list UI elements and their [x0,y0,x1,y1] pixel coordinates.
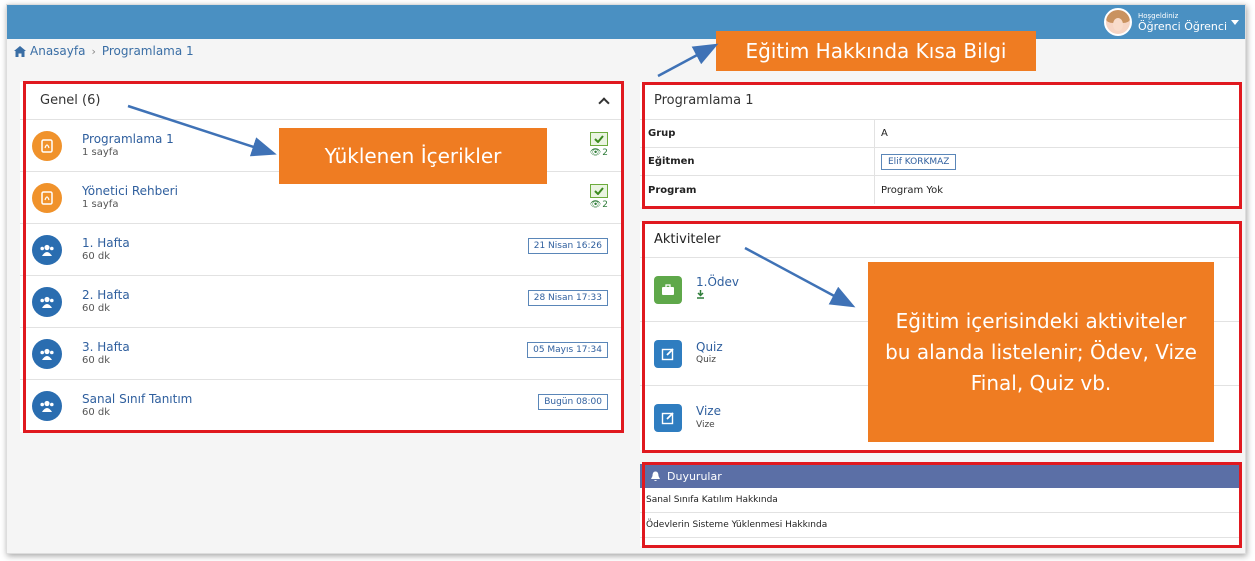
callout-uploaded-contents: Yüklenen İçerikler [279,128,547,184]
user-name[interactable]: Öğrenci Öğrenci [1138,21,1227,32]
callout-course-info: Eğitim Hakkında Kısa Bilgi [716,31,1036,71]
breadcrumb: Anasayfa › Programlama 1 [14,44,194,58]
highlight-box-announcements [642,462,1242,548]
user-menu[interactable]: Hoşgeldiniz Öğrenci Öğrenci [1103,7,1239,37]
caret-down-icon[interactable] [1231,19,1239,25]
user-greeting: Hoşgeldiniz [1137,11,1179,20]
avatar[interactable] [1103,8,1132,36]
home-icon[interactable] [14,45,26,57]
highlight-box-info [642,82,1242,209]
top-bar: Hoşgeldiniz Öğrenci Öğrenci [7,5,1245,39]
breadcrumb-separator: › [91,44,96,58]
breadcrumb-home[interactable]: Anasayfa [30,44,85,58]
callout-activities: Eğitim içerisindeki aktiviteler bu aland… [868,262,1214,442]
breadcrumb-current: Programlama 1 [101,44,194,58]
